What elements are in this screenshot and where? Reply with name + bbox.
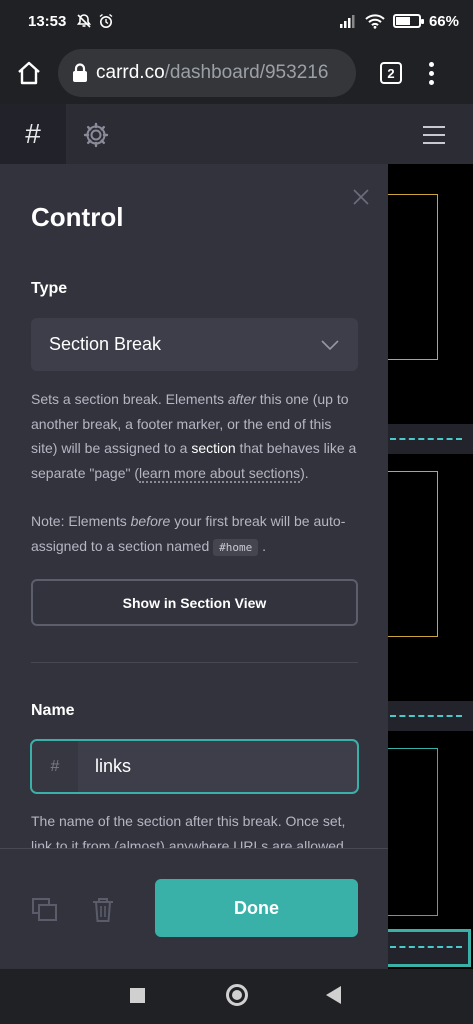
status-bar: 13:53 66%: [0, 0, 473, 42]
learn-more-link[interactable]: learn more about sections: [139, 464, 301, 483]
back-button[interactable]: [326, 986, 341, 1004]
panel-title: Control: [31, 202, 124, 232]
hash-prefix: #: [32, 741, 78, 792]
home-icon: [18, 61, 40, 85]
battery-percent: 66%: [428, 12, 459, 30]
trash-icon[interactable]: [91, 896, 115, 924]
section-name-input[interactable]: [78, 741, 357, 792]
type-select-value: Section Break: [49, 334, 162, 354]
type-label: Type: [31, 280, 68, 297]
control-panel: Control Type Section Break Sets a sectio…: [0, 164, 388, 969]
browser-menu-icon[interactable]: [429, 61, 434, 85]
home-code-tag: #home: [213, 538, 259, 556]
section-break-marker: [390, 715, 462, 717]
gear-icon[interactable]: [82, 121, 110, 149]
name-help-text: The name of the section after this break…: [31, 813, 346, 849]
browser-toolbar: carrd.co/dashboard/953216 2: [0, 42, 473, 104]
home-circle-button[interactable]: [226, 984, 248, 1006]
hamburger-menu-icon[interactable]: [423, 126, 445, 144]
name-label: Name: [31, 702, 75, 719]
chevron-down-icon: [321, 339, 339, 350]
url-host: carrd.co: [96, 62, 165, 83]
type-description: Sets a section break. Elements after thi…: [31, 391, 357, 483]
home-section-note: Note: Elements before your first break w…: [31, 513, 346, 556]
url-path: /dashboard/953216: [164, 62, 329, 83]
lock-icon: [72, 63, 88, 83]
duplicate-icon[interactable]: [31, 897, 59, 925]
show-in-section-view-button[interactable]: Show in Section View: [31, 579, 358, 626]
recents-button[interactable]: [130, 988, 145, 1003]
tab-switcher-button[interactable]: 2: [380, 62, 402, 84]
notifications-off-icon: [77, 14, 92, 28]
done-button[interactable]: Done: [155, 879, 358, 937]
section-break-marker: [390, 438, 462, 440]
home-button[interactable]: [0, 61, 58, 85]
section-name-field[interactable]: #: [30, 739, 359, 794]
type-select[interactable]: Section Break: [31, 318, 358, 371]
url-field[interactable]: carrd.co/dashboard/953216: [58, 49, 356, 97]
status-time: 13:53: [28, 12, 67, 30]
divider: [31, 662, 358, 663]
wifi-icon: [365, 13, 385, 29]
signal-icon: [339, 15, 355, 28]
section-break-marker: [390, 946, 462, 948]
hash-icon[interactable]: #: [0, 104, 66, 164]
app-toolbar: #: [0, 104, 473, 164]
battery-icon: [392, 14, 424, 28]
alarm-icon: [99, 13, 113, 28]
close-icon[interactable]: [350, 186, 372, 208]
panel-footer: Done: [0, 849, 388, 969]
system-nav-bar: [0, 969, 473, 1024]
